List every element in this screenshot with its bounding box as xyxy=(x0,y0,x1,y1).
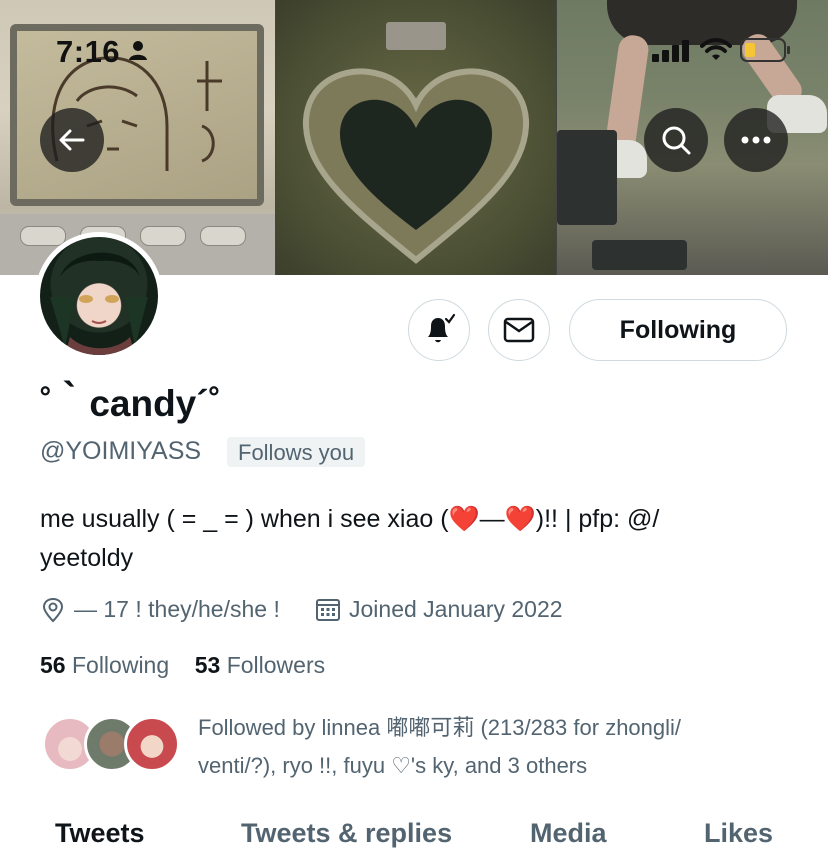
username: @YOIMIYASS xyxy=(40,437,202,465)
follow-stats: 56 Following 53 Followers xyxy=(40,652,325,679)
arrow-left-icon xyxy=(59,129,85,151)
followers-count: 53 xyxy=(194,652,221,678)
followed-by-line: venti/?), ryo !!, fuyu ♡'s ky, and 3 oth… xyxy=(198,753,588,778)
bench-shape xyxy=(592,240,687,270)
bench-shape xyxy=(557,130,617,225)
search-icon xyxy=(662,126,691,155)
bell-check-icon xyxy=(428,313,456,343)
location-meta: — 17 ! they/he/she ! xyxy=(40,596,280,623)
tab-media[interactable]: Media xyxy=(530,818,607,849)
tab-tweets[interactable]: Tweets xyxy=(55,818,145,849)
search-button[interactable] xyxy=(644,108,708,172)
following-label: Following xyxy=(71,652,170,678)
person-icon xyxy=(129,41,147,60)
avatar-image xyxy=(40,237,158,355)
followed-by-line: Followed by linnea 嘟嘟可莉 (213/283 for zho… xyxy=(198,715,682,740)
back-button[interactable] xyxy=(40,108,104,172)
tab-likes[interactable]: Likes xyxy=(704,818,773,849)
avatar-illustration xyxy=(50,252,148,355)
following-button[interactable]: Following xyxy=(569,299,787,361)
signal-icon xyxy=(652,40,689,62)
envelope-icon xyxy=(503,317,535,343)
house-shape xyxy=(386,22,446,50)
notifications-button[interactable] xyxy=(408,299,470,361)
location-pin-icon xyxy=(42,597,64,622)
location-text: — 17 ! they/he/she ! xyxy=(74,596,280,622)
avatar[interactable] xyxy=(35,232,163,360)
followers-link[interactable]: 53 Followers xyxy=(195,652,325,678)
bio-mention-link[interactable]: yeetoldy xyxy=(40,544,133,572)
joined-meta: Joined January 2022 xyxy=(315,596,563,623)
battery-icon xyxy=(740,38,790,62)
followed-by-text[interactable]: Followed by linnea 嘟嘟可莉 (213/283 for zho… xyxy=(198,709,798,785)
bio: me usually ( = _ = ) when i see xiao (❤️… xyxy=(40,500,800,578)
follower-avatar[interactable] xyxy=(124,716,180,772)
followers-label: Followers xyxy=(226,652,326,678)
heart-lake-icon xyxy=(302,68,530,264)
more-button[interactable] xyxy=(724,108,788,172)
joined-text: Joined January 2022 xyxy=(349,596,563,622)
display-name: ˚｀candy´˚ xyxy=(40,383,221,424)
follows-you-badge: Follows you xyxy=(227,437,366,467)
more-horizontal-icon xyxy=(741,136,771,144)
message-button[interactable] xyxy=(488,299,550,361)
calendar-icon xyxy=(316,598,340,621)
wifi-icon xyxy=(700,38,732,60)
tab-tweets-replies[interactable]: Tweets & replies xyxy=(241,818,452,849)
banner-panel-heart-lake xyxy=(276,0,556,275)
following-count: 56 xyxy=(40,652,66,678)
bio-line: me usually ( = _ = ) when i see xiao (❤️… xyxy=(40,505,660,533)
status-time: 7:16 xyxy=(56,34,121,69)
following-link[interactable]: 56 Following xyxy=(40,652,169,678)
